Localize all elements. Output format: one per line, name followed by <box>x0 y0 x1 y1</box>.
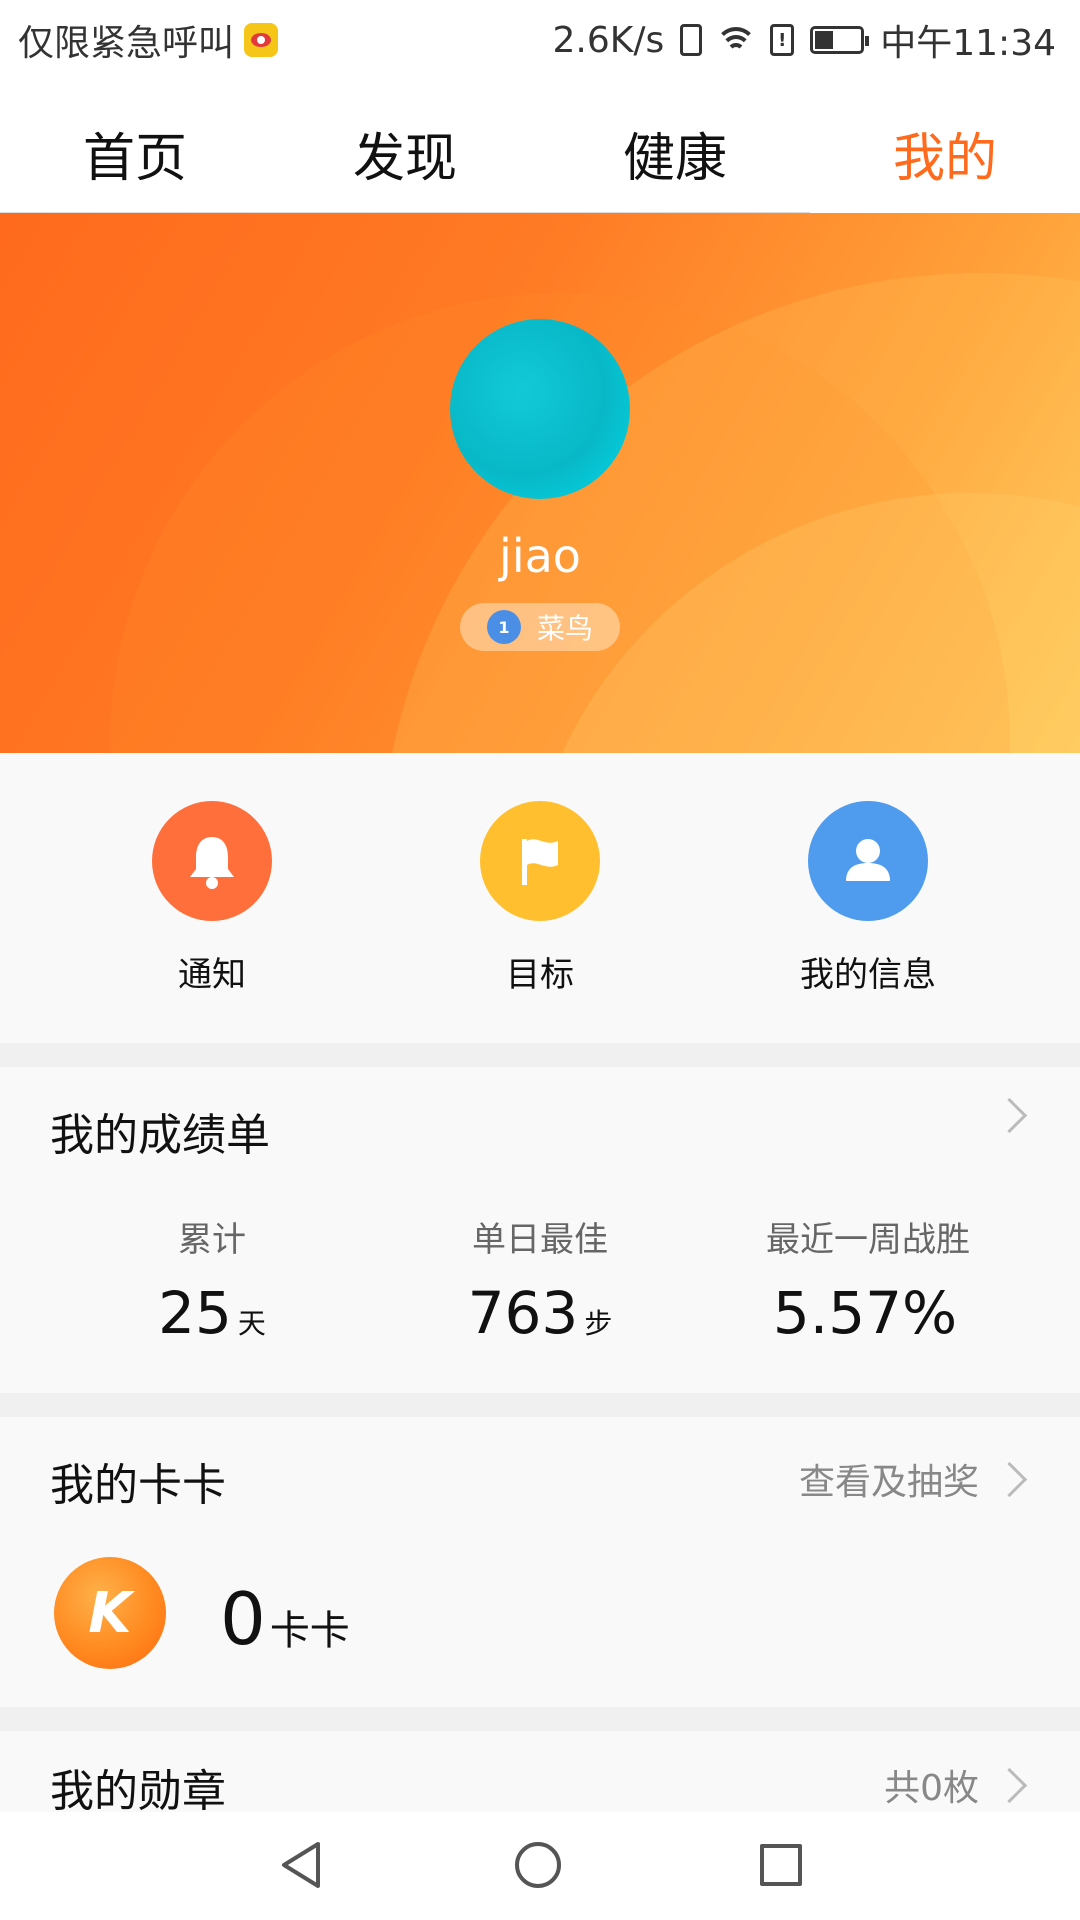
profile-header: jiao 1 菜鸟 <box>0 213 1080 753</box>
my-info-label: 我的信息 <box>800 955 936 995</box>
recent-apps-icon[interactable] <box>760 1844 802 1886</box>
weibo-icon <box>244 23 279 57</box>
bell-icon <box>152 801 272 921</box>
stat-label: 最近一周战胜 <box>766 1220 970 1260</box>
chevron-right-icon <box>991 1097 1028 1134</box>
status-right: 2.6K/s ! 中午11:34 <box>553 14 1057 66</box>
medals-title: 我的勋章 <box>50 1766 226 1812</box>
tab-mine[interactable]: 我的 <box>810 116 1080 191</box>
goal-label: 目标 <box>506 955 574 995</box>
clock: 中午11:34 <box>880 23 1056 64</box>
chevron-right-icon <box>991 1767 1028 1803</box>
report-title: 我的成绩单 <box>50 1110 270 1161</box>
stat-label: 累计 <box>178 1220 246 1260</box>
stat-value: 5.57% <box>772 1279 958 1347</box>
tab-home[interactable]: 首页 <box>0 116 270 191</box>
sim-alert-icon: ! <box>770 24 795 56</box>
chevron-right-icon <box>991 1461 1028 1497</box>
report-link[interactable] <box>991 1097 1028 1134</box>
home-icon[interactable] <box>515 1842 561 1888</box>
battery-icon <box>810 26 870 54</box>
username: jiao <box>499 529 581 583</box>
system-nav-bar <box>0 1812 1080 1920</box>
wifi-icon <box>715 25 758 55</box>
tab-health[interactable]: 健康 <box>540 116 810 191</box>
stat-weekly-beat: 最近一周战胜 5.57% <box>708 1212 1028 1347</box>
stat-total-days: 累计 25 天 <box>52 1212 372 1347</box>
kaka-link-label: 查看及抽奖 <box>798 1462 979 1503</box>
stat-label: 单日最佳 <box>472 1220 608 1260</box>
medals-section: 我的勋章 共0枚 <box>0 1731 1080 1812</box>
level-name: 菜鸟 <box>536 612 593 645</box>
stat-value: 25 天 <box>158 1279 266 1347</box>
tab-discover[interactable]: 发现 <box>270 116 540 191</box>
stat-value: 763 步 <box>467 1279 613 1347</box>
kaka-title: 我的卡卡 <box>50 1460 226 1511</box>
level-number: 1 <box>498 617 510 637</box>
user-icon <box>808 801 928 921</box>
medals-count: 共0枚 <box>884 1768 979 1809</box>
kaka-section: 我的卡卡 查看及抽奖 K 0 卡卡 <box>0 1417 1080 1707</box>
quick-actions: 通知 目标 我的信息 <box>0 753 1080 1043</box>
back-icon[interactable] <box>278 1840 324 1890</box>
notification-label: 通知 <box>178 955 246 995</box>
report-card-section: 我的成绩单 累计 25 天 单日最佳 763 步 最近一周战胜 5.57% <box>0 1067 1080 1393</box>
status-bar: 仅限紧急呼叫 2.6K/s ! 中午11:34 <box>0 0 1080 76</box>
avatar[interactable] <box>450 319 630 499</box>
network-speed: 2.6K/s <box>552 19 665 61</box>
my-info-button[interactable]: 我的信息 <box>718 801 1018 996</box>
kaka-coin-icon: K <box>54 1557 166 1669</box>
status-left: 仅限紧急呼叫 <box>18 14 279 66</box>
notification-button[interactable]: 通知 <box>62 801 362 996</box>
level-badge[interactable]: 1 菜鸟 <box>460 603 620 651</box>
carrier-text: 仅限紧急呼叫 <box>18 23 235 64</box>
kaka-link[interactable]: 查看及抽奖 <box>798 1453 1028 1505</box>
vibrate-icon <box>680 24 703 56</box>
goal-button[interactable]: 目标 <box>390 801 690 996</box>
kaka-amount: 0 卡卡 <box>220 1577 350 1661</box>
level-medal-icon: 1 <box>486 610 521 644</box>
stat-best-day: 单日最佳 763 步 <box>380 1212 700 1347</box>
medals-link[interactable]: 共0枚 <box>884 1759 1028 1811</box>
flag-icon <box>480 801 600 921</box>
top-tabs: 首页 发现 健康 我的 <box>0 76 1080 216</box>
